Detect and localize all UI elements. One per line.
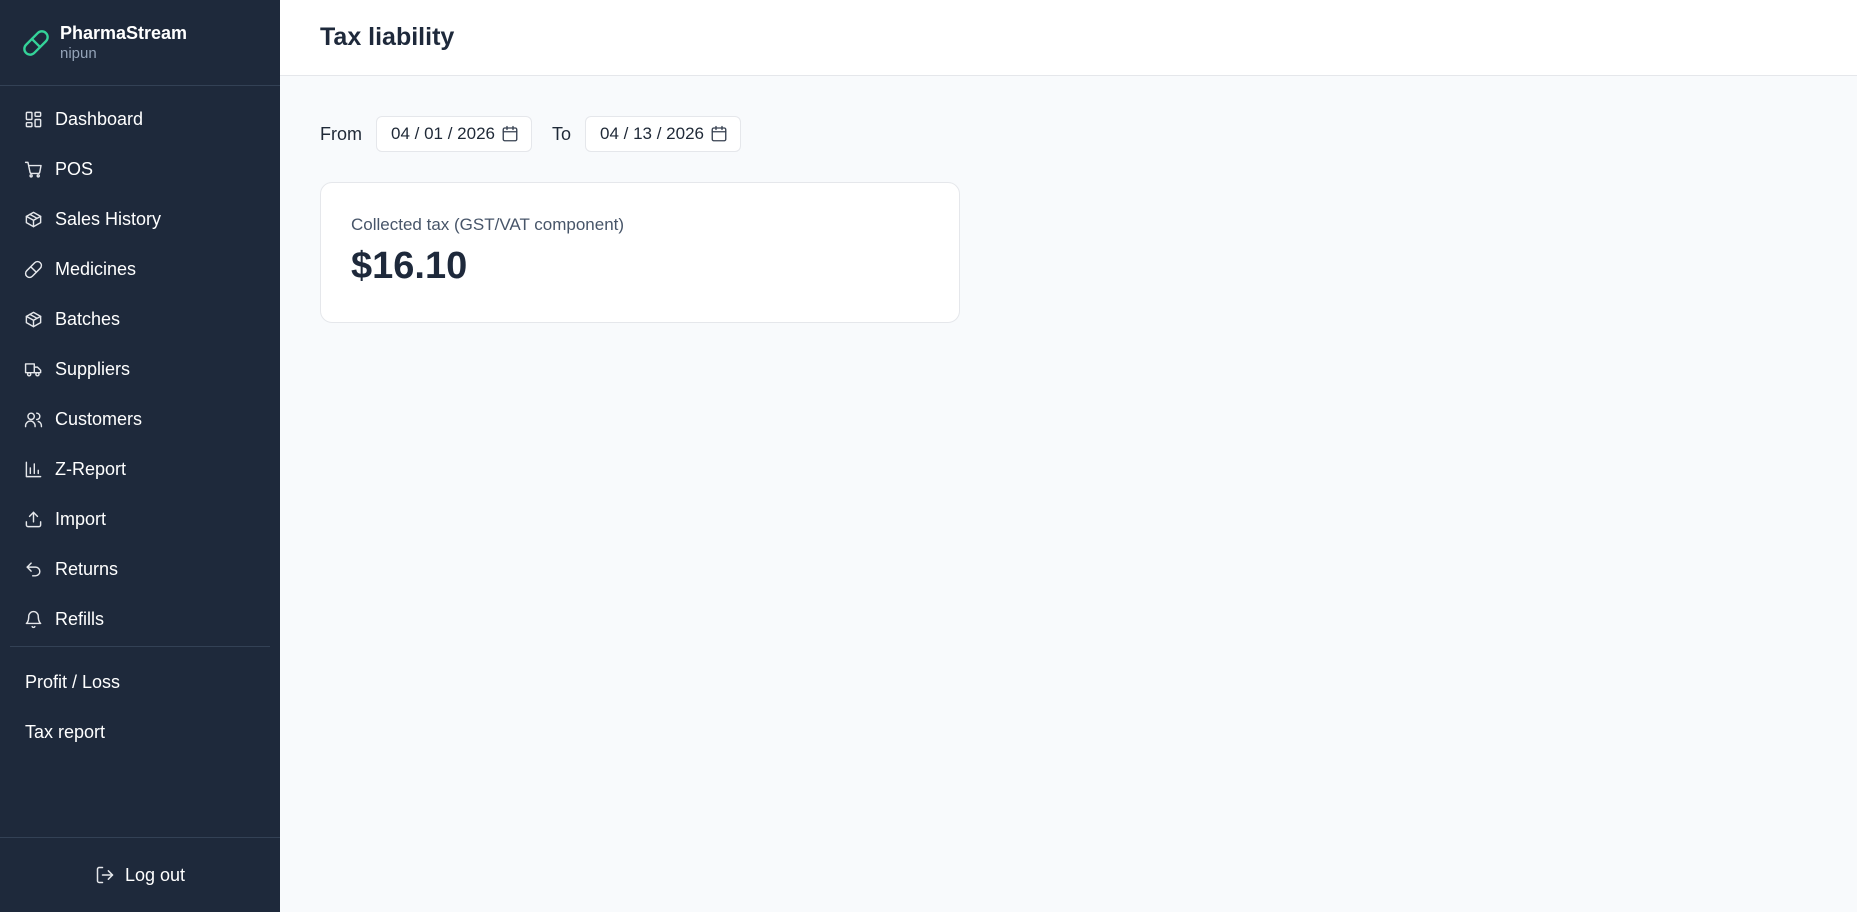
brand-user: nipun (60, 44, 97, 62)
logout-label: Log out (124, 864, 186, 885)
sidebar-item-label: Customers (55, 408, 143, 429)
sidebar-item-refills[interactable]: Refills (0, 594, 280, 644)
sidebar-item-customers[interactable]: Customers (0, 394, 280, 444)
to-date-input[interactable]: 04 / 13 / 2026 (585, 116, 741, 152)
sidebar-item-batches[interactable]: Batches (0, 294, 280, 344)
sidebar-item-label: Batches (55, 308, 121, 329)
sidebar-item-returns[interactable]: Returns (0, 544, 280, 594)
sidebar-item-label: Returns (55, 558, 119, 579)
collected-tax-label: Collected tax (GST/VAT component) (351, 215, 625, 234)
sidebar-item-label: Profit / Loss (25, 671, 121, 692)
sidebar-item-label: POS (55, 158, 94, 179)
brand-name: PharmaStream (60, 22, 188, 43)
sidebar-divider (10, 646, 270, 647)
sidebar-item-pos[interactable]: POS (0, 144, 280, 194)
logout-area: Log out (0, 837, 280, 912)
calendar-icon[interactable] (710, 125, 728, 143)
logout-button[interactable]: Log out (95, 865, 185, 886)
sidebar-item-tax-report[interactable]: Tax report (0, 707, 280, 757)
sidebar-item-label: Import (55, 508, 107, 529)
sidebar-item-sales-history[interactable]: Sales History (0, 194, 280, 244)
main-area: Tax liability From 04 / 01 / 2026 To 04 … (280, 0, 1857, 912)
sidebar-item-label: Z-Report (55, 458, 127, 479)
sidebar-item-profit-loss[interactable]: Profit / Loss (0, 657, 280, 707)
sidebar-item-import[interactable]: Import (0, 494, 280, 544)
logout-icon (95, 865, 115, 885)
date-filters: From 04 / 01 / 2026 To 04 / 13 / 2026 (320, 116, 1817, 152)
topbar: Tax liability (280, 0, 1857, 76)
to-label: To (551, 123, 571, 144)
undo-icon (24, 560, 43, 579)
sidebar: PharmaStream nipun Dashboard POS Sales H… (0, 0, 280, 912)
from-date-value: 04 / 01 / 2026 (391, 124, 495, 143)
pill-icon (24, 260, 43, 279)
truck-icon (24, 360, 43, 379)
tax-summary-card: Collected tax (GST/VAT component) $16.10 (320, 182, 960, 323)
box-icon (24, 210, 43, 229)
pill-icon (22, 29, 50, 57)
content: From 04 / 01 / 2026 To 04 / 13 / 2026 Co… (280, 76, 1857, 363)
page-title: Tax liability (320, 23, 455, 51)
sidebar-item-z-report[interactable]: Z-Report (0, 444, 280, 494)
sidebar-nav: Dashboard POS Sales History Medicines Ba… (0, 86, 280, 757)
upload-icon (24, 510, 43, 529)
cart-icon (24, 160, 43, 179)
users-icon (24, 410, 43, 429)
sidebar-item-dashboard[interactable]: Dashboard (0, 94, 280, 144)
from-date-input[interactable]: 04 / 01 / 2026 (376, 116, 532, 152)
bell-icon (24, 610, 43, 629)
sidebar-item-label: Refills (55, 608, 105, 629)
box-icon (24, 310, 43, 329)
sidebar-item-suppliers[interactable]: Suppliers (0, 344, 280, 394)
calendar-icon[interactable] (501, 125, 519, 143)
sidebar-item-label: Tax report (25, 721, 106, 742)
brand: PharmaStream nipun (0, 0, 280, 86)
bar-chart-icon (24, 460, 43, 479)
sidebar-item-label: Dashboard (55, 108, 144, 129)
sidebar-item-label: Medicines (55, 258, 137, 279)
app-root: PharmaStream nipun Dashboard POS Sales H… (0, 0, 1857, 912)
dashboard-icon (24, 110, 43, 129)
sidebar-item-label: Suppliers (55, 358, 131, 379)
sidebar-item-medicines[interactable]: Medicines (0, 244, 280, 294)
collected-tax-value: $16.10 (351, 245, 468, 287)
sidebar-item-label: Sales History (55, 208, 162, 229)
from-label: From (320, 123, 362, 144)
to-date-value: 04 / 13 / 2026 (600, 124, 704, 143)
